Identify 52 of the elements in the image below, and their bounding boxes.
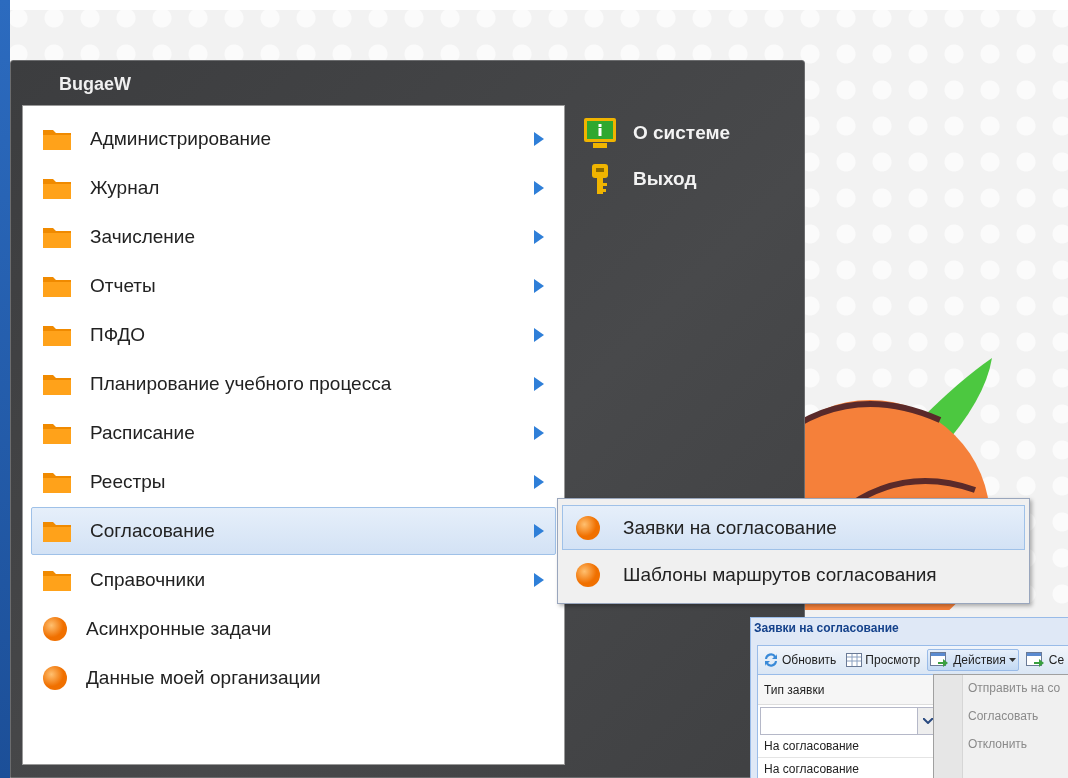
folder-icon bbox=[42, 274, 72, 298]
caret-icon bbox=[1008, 658, 1016, 662]
toolbar-button[interactable]: Действия bbox=[927, 649, 1019, 671]
menu-item[interactable]: ПФДО bbox=[31, 311, 556, 359]
submenu-arrow-icon bbox=[533, 572, 545, 588]
folder-icon bbox=[42, 568, 72, 592]
menu-item[interactable]: Зачисление bbox=[31, 213, 556, 261]
menu-item[interactable]: Администрирование bbox=[31, 115, 556, 163]
submenu-arrow-icon bbox=[533, 180, 545, 196]
menu-item[interactable]: Отчеты bbox=[31, 262, 556, 310]
submenu-arrow-icon bbox=[533, 425, 545, 441]
menu-item[interactable]: Справочники bbox=[31, 556, 556, 604]
menu-item[interactable]: Журнал bbox=[31, 164, 556, 212]
refresh-icon bbox=[763, 652, 779, 668]
toolbar-button[interactable]: Обновить bbox=[760, 649, 840, 671]
chevron-down-icon bbox=[922, 718, 933, 724]
submenu-arrow-icon bbox=[533, 229, 545, 245]
window-arrow-icon bbox=[1025, 652, 1046, 668]
submenu-arrow-icon bbox=[533, 376, 545, 392]
table-icon bbox=[846, 653, 863, 667]
toolbar-button[interactable]: Просмотр bbox=[843, 650, 924, 670]
submenu-arrow-icon bbox=[533, 278, 545, 294]
menu-item[interactable]: Расписание bbox=[31, 409, 556, 457]
bullet-icon bbox=[575, 561, 601, 588]
menu-item[interactable]: Асинхронные задачи bbox=[31, 605, 556, 653]
menu-item[interactable]: Планирование учебного процесса bbox=[31, 360, 556, 408]
submenu-arrow-icon bbox=[533, 523, 545, 539]
folder-icon bbox=[42, 176, 72, 200]
bullet-icon bbox=[42, 616, 68, 642]
bullet-icon bbox=[42, 665, 68, 691]
menu-item[interactable]: Данные моей организации bbox=[31, 654, 556, 702]
submenu-arrow-icon bbox=[533, 327, 545, 343]
folder-icon bbox=[42, 519, 72, 543]
info-monitor-icon bbox=[583, 117, 617, 149]
bullet-icon bbox=[575, 514, 601, 541]
submenu-arrow-icon bbox=[533, 131, 545, 147]
folder-icon bbox=[42, 127, 72, 151]
user-name: BugaeW bbox=[58, 73, 132, 96]
side-link[interactable]: О системе bbox=[583, 117, 731, 149]
folder-icon bbox=[42, 372, 72, 396]
side-link[interactable]: Выход bbox=[583, 163, 731, 195]
folder-icon bbox=[42, 421, 72, 445]
menu-item[interactable]: Согласование bbox=[31, 507, 556, 555]
submenu-item[interactable]: Шаблоны маршрутов согласования bbox=[562, 552, 1025, 597]
menu-item[interactable]: Реестры bbox=[31, 458, 556, 506]
submenu-item[interactable]: Заявки на согласование bbox=[562, 505, 1025, 550]
toolbar-button[interactable]: Се bbox=[1022, 649, 1068, 671]
folder-icon bbox=[42, 470, 72, 494]
folder-icon bbox=[42, 225, 72, 249]
window-title: Заявки на согласование bbox=[753, 620, 900, 637]
submenu-arrow-icon bbox=[533, 474, 545, 490]
folder-icon bbox=[42, 323, 72, 347]
